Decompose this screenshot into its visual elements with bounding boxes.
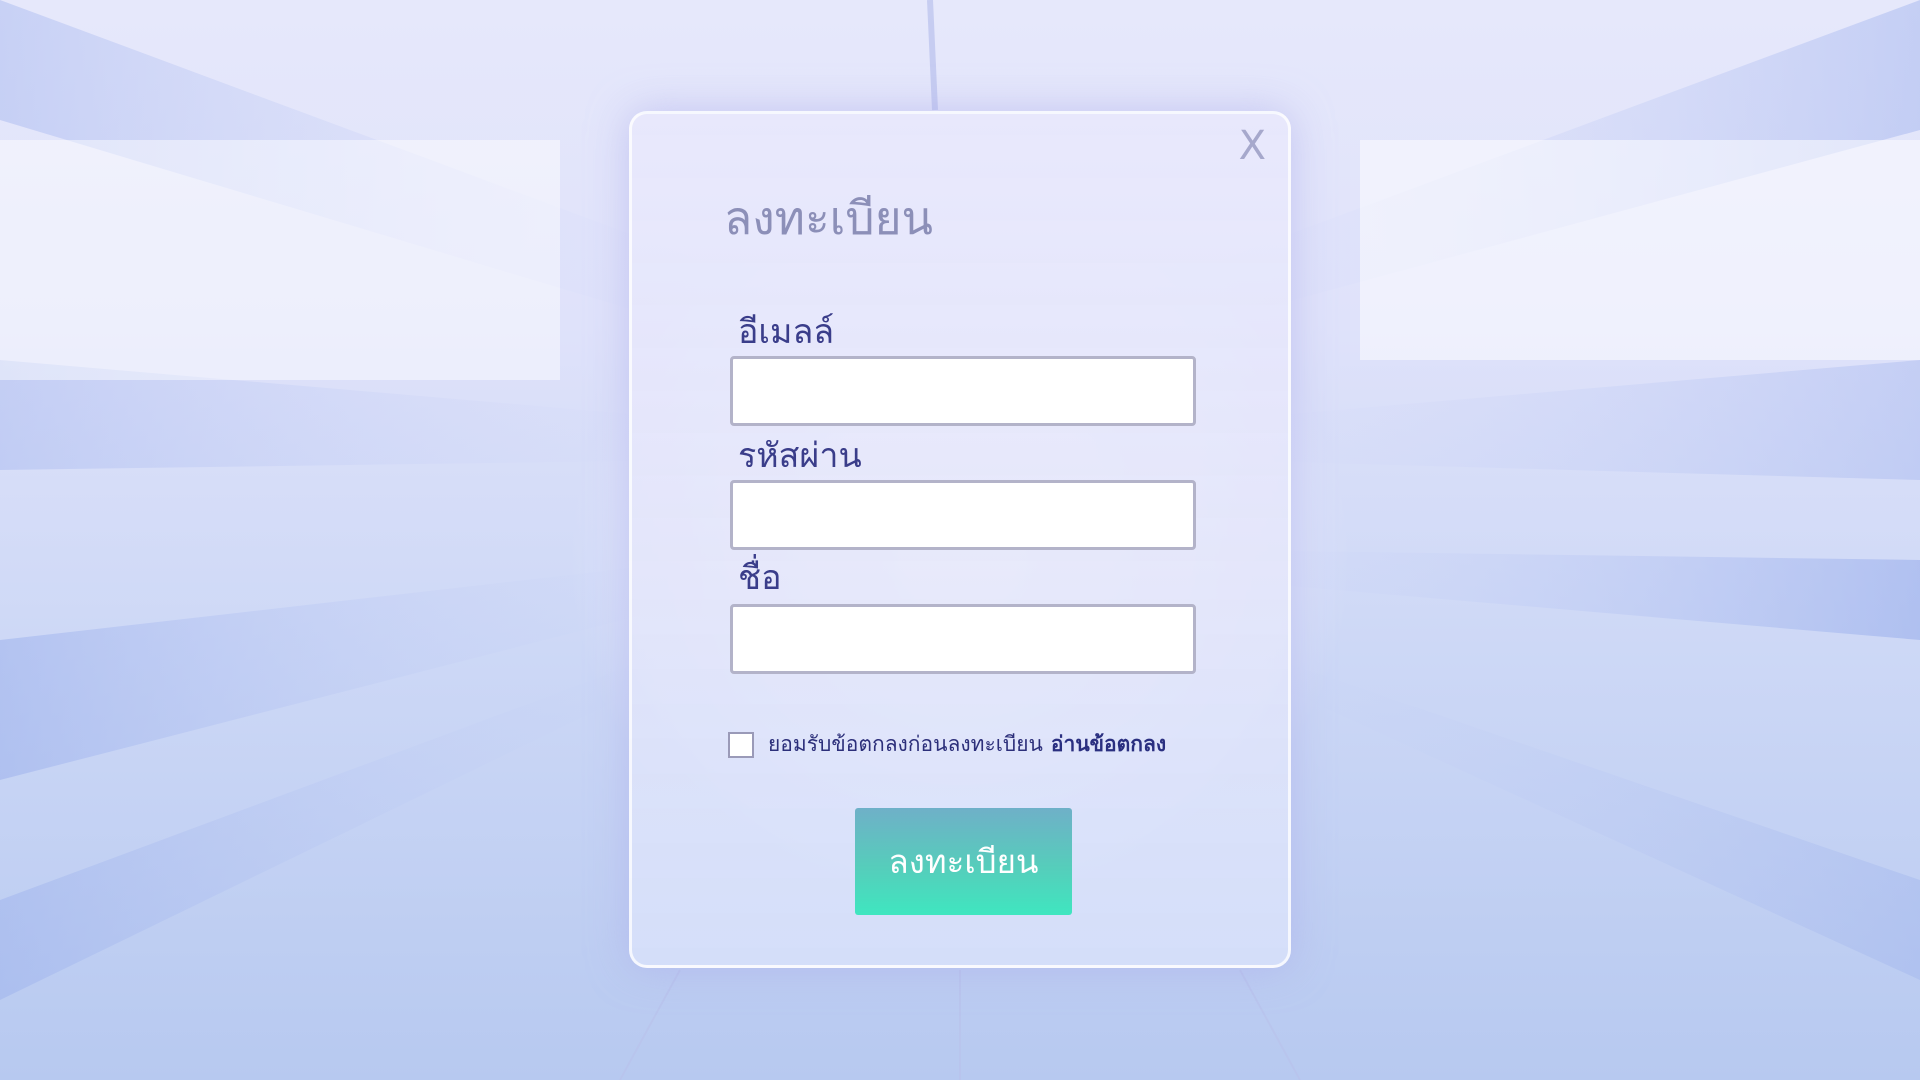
name-label: ชื่อ bbox=[738, 558, 782, 598]
register-dialog: X ลงทะเบียน อีเมลล์ รหัสผ่าน ชื่อ ยอมรับ… bbox=[629, 111, 1291, 968]
email-input[interactable] bbox=[730, 356, 1196, 426]
password-label: รหัสผ่าน bbox=[738, 436, 862, 476]
agree-label: ยอมรับข้อตกลงก่อนลงทะเบียน bbox=[768, 732, 1043, 756]
agreement-row: ยอมรับข้อตกลงก่อนลงทะเบียน อ่านข้อตกลง bbox=[728, 728, 1166, 761]
password-input[interactable] bbox=[730, 480, 1196, 550]
dialog-title: ลงทะเบียน bbox=[724, 191, 933, 245]
email-label: อีเมลล์ bbox=[738, 312, 835, 352]
agree-checkbox[interactable] bbox=[728, 731, 754, 758]
close-button[interactable]: X bbox=[1239, 126, 1266, 166]
read-terms-link[interactable]: อ่านข้อตกลง bbox=[1051, 728, 1166, 761]
name-input[interactable] bbox=[730, 604, 1196, 674]
register-submit-button[interactable]: ลงทะเบียน bbox=[855, 808, 1072, 915]
